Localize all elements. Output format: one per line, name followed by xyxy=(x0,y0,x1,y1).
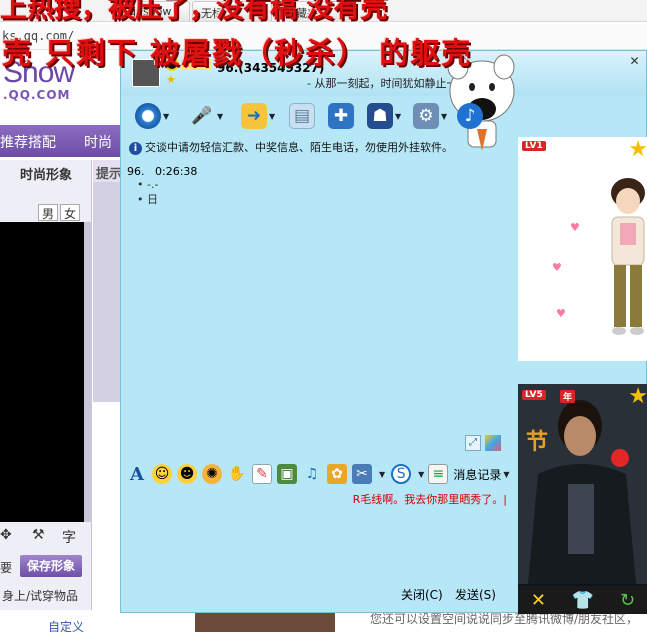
emoji-icon[interactable]: ☺ xyxy=(152,464,172,484)
heart-icon: ♥ xyxy=(552,261,562,274)
avatar-figure xyxy=(611,178,645,335)
music-note-icon[interactable]: ♫ xyxy=(302,464,322,484)
magic-emoji-icon[interactable]: ☻ xyxy=(177,464,197,484)
screenshot-icon[interactable]: ✂ xyxy=(352,464,372,484)
share-screen-button[interactable]: ▤ xyxy=(289,101,315,131)
qqshow-tools: ✕ 👕 ↻ xyxy=(518,586,647,614)
expand-icon[interactable]: ⤢ xyxy=(465,435,481,451)
create-group-icon: ✚ xyxy=(328,103,354,129)
info-icon: i xyxy=(129,142,142,155)
level-badge: LV5 xyxy=(522,390,546,400)
format-toolbar: A ☺ ☻ ✺ ✋ ✎ ▣ ♫ ✿ ✂ ▼ S ▼ ≡ 消息记录 ▼ xyxy=(127,461,517,487)
payment-icon[interactable]: S xyxy=(391,464,412,484)
message-line: • -.- xyxy=(137,178,159,191)
gift-icon[interactable]: ✿ xyxy=(327,464,347,484)
message-input[interactable]: R毛线啊。我去你那里晒秀了。| xyxy=(127,487,517,579)
message-sender: 96. xyxy=(127,165,145,178)
year-badge: 年 xyxy=(560,390,576,403)
preview-scrollbar[interactable] xyxy=(84,222,92,522)
cross-tools-icon[interactable]: ✕ xyxy=(531,590,546,611)
window-resize-controls: ⤢ xyxy=(465,435,503,453)
apps-icon: ⚙ xyxy=(413,103,439,129)
nav-item-recommended[interactable]: 推荐搭配 xyxy=(0,132,56,152)
photo-figure xyxy=(518,384,647,584)
message-text: -.- xyxy=(147,178,159,191)
like-icon[interactable]: ✋ xyxy=(227,464,247,484)
shirt-icon[interactable]: 👕 xyxy=(572,590,594,611)
remote-assist-icon: ☗ xyxy=(367,103,393,129)
voice-call-icon: 🎤 xyxy=(191,106,213,126)
chevron-down-icon[interactable]: ▼ xyxy=(269,112,275,121)
save-look-button[interactable]: 保存形象 xyxy=(20,555,82,577)
tips-panel xyxy=(93,182,123,402)
tryon-label[interactable]: 身上/试穿物品 xyxy=(2,587,78,604)
create-group-button[interactable]: ✚ xyxy=(328,101,354,131)
draft-text: R毛线啊。我去你那里晒秀了。| xyxy=(352,493,507,506)
nudge-icon[interactable]: ✺ xyxy=(202,464,222,484)
video-call-icon xyxy=(135,103,161,129)
qqshow-logo-domain: .QQ.COM xyxy=(3,88,71,102)
chevron-down-icon[interactable]: ▼ xyxy=(418,470,424,479)
music-button[interactable]: ♪ xyxy=(457,101,483,131)
chevron-down-icon[interactable]: ▼ xyxy=(503,470,509,479)
chevron-down-icon[interactable]: ▼ xyxy=(217,112,223,121)
festival-sticker: 节 xyxy=(526,430,549,455)
bottom-thumbnail xyxy=(195,612,335,632)
headline-top: 上热搜，被压了，没有稿 没有壳 xyxy=(0,0,388,24)
security-notice: i 交谈中请勿轻信汇款、中奖信息、陌生电话，勿使用外挂软件。 xyxy=(129,139,519,157)
chevron-down-icon[interactable]: ▼ xyxy=(163,112,169,121)
music-icon: ♪ xyxy=(457,103,483,129)
move-icon[interactable]: ✥ xyxy=(0,527,12,543)
file-transfer-icon: ➜ xyxy=(241,103,267,129)
chat-toolbar: ▼ 🎤 ▼ ➜ ▼ ▤ ✚ ☗ ▼ ⚙ ▼ ♪ xyxy=(121,97,646,137)
close-icon[interactable]: ✕ xyxy=(627,55,642,68)
apps-button[interactable]: ⚙ ▼ xyxy=(413,101,447,131)
voice-call-button[interactable]: 🎤 ▼ xyxy=(189,101,223,131)
level-badge: LV1 xyxy=(522,141,546,151)
font-icon[interactable]: A xyxy=(127,464,147,485)
video-call-button[interactable]: ▼ xyxy=(135,101,169,131)
left-label: 要 xyxy=(0,561,13,575)
nav-item-fashion[interactable]: 时尚 xyxy=(84,132,112,152)
star-icon: ★ xyxy=(628,137,647,162)
history-label: 消息记录 xyxy=(453,467,502,482)
my-qqshow[interactable]: LV5 年 ★ 节 ✕ 👕 ↻ xyxy=(518,384,647,614)
message-history-button[interactable]: ≡ 消息记录 ▼ xyxy=(428,464,509,484)
remote-assist-button[interactable]: ☗ ▼ xyxy=(367,101,401,131)
chevron-down-icon[interactable]: ▼ xyxy=(441,112,447,121)
magic-wand-icon[interactable]: ⚒ xyxy=(32,527,45,543)
chevron-down-icon[interactable]: ▼ xyxy=(379,470,385,479)
screen: qqshow 无标 收藏夹 ks.qq.com/ Show .QQ.COM 推荐… xyxy=(0,0,647,632)
close-chat-button[interactable]: 关闭(C) xyxy=(401,586,443,603)
gender-male-button[interactable]: 男 xyxy=(38,204,58,221)
star-icon: ★ xyxy=(628,384,647,409)
file-transfer-button[interactable]: ➜ ▼ xyxy=(241,101,275,131)
star-icon: ★ xyxy=(166,73,176,86)
image-icon[interactable]: ▣ xyxy=(277,464,297,484)
custom-link[interactable]: 自定义 xyxy=(48,618,84,632)
message-line: • 日 xyxy=(137,193,158,206)
message-header: 96. 0:26:38 xyxy=(127,165,517,178)
avatar-preview xyxy=(0,222,84,522)
screenshot-share-icon: ▤ xyxy=(289,103,315,129)
message-history[interactable]: 96. 0:26:38 • -.- • 日 xyxy=(127,165,517,455)
heart-icon: ♥ xyxy=(570,221,580,234)
message-text: 日 xyxy=(147,193,158,206)
headline-main: 壳 只剩下 被屠戮（秒杀） 的躯壳 xyxy=(2,36,473,70)
notice-text: 交谈中请勿轻信汇款、中奖信息、陌生电话，勿使用外挂软件。 xyxy=(145,141,453,154)
scribble-icon[interactable]: ✎ xyxy=(252,464,272,484)
refresh-icon[interactable]: ↻ xyxy=(620,590,635,611)
gender-female-button[interactable]: 女 xyxy=(60,204,80,221)
chevron-down-icon[interactable]: ▼ xyxy=(395,112,401,121)
send-button[interactable]: 发送(S) xyxy=(455,586,496,603)
history-icon: ≡ xyxy=(428,464,449,484)
send-controls: 关闭(C) 发送(S) xyxy=(391,585,521,605)
theme-icon[interactable] xyxy=(485,435,501,451)
text-tool-button[interactable]: 字 xyxy=(62,527,76,547)
contact-qqshow[interactable]: LV1 ★ ♥ ♥ ♥ xyxy=(518,137,647,361)
heart-icon: ♥ xyxy=(556,307,566,320)
message-time: 0:26:38 xyxy=(155,165,198,178)
qq-chat-window: VIP5 ★ 96.(343549327) - 从那一刻起，时间犹如静止一般 ✕… xyxy=(120,50,647,614)
panel-title: 时尚形象 xyxy=(19,168,72,183)
